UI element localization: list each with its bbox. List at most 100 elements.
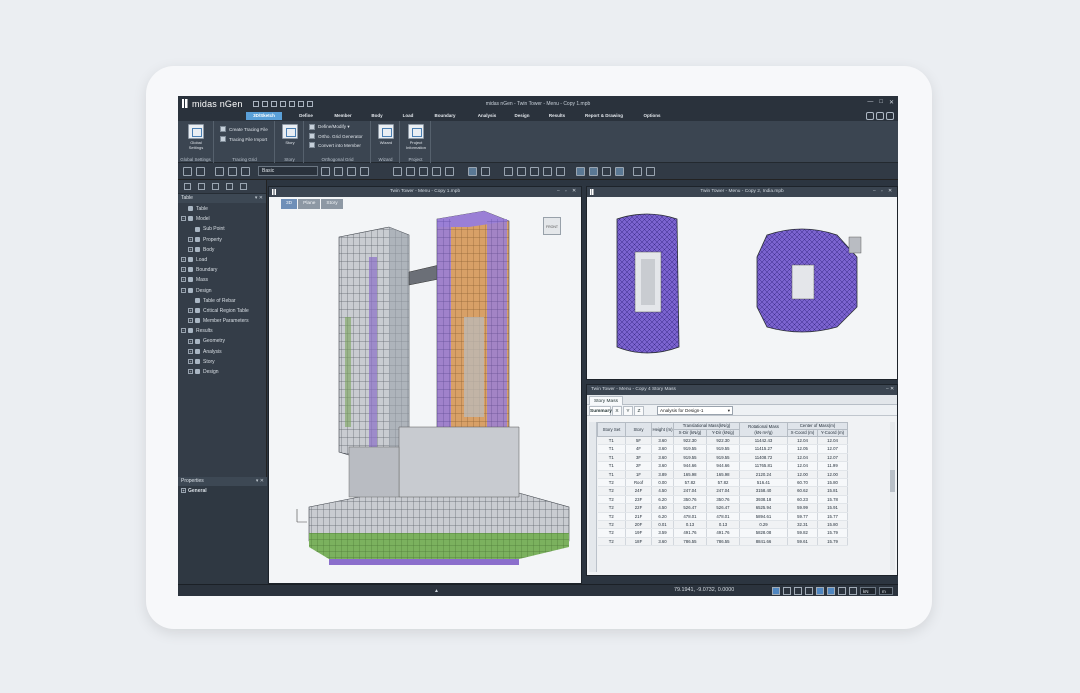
table-row[interactable]: T1 3F 3.60 919.55 919.55 11408.72 12.04 12.07 (597, 453, 848, 463)
snap-line-icon[interactable] (794, 587, 802, 595)
tree-item[interactable]: + Critical Region Table (178, 306, 266, 316)
expand-icon[interactable]: + (181, 257, 186, 263)
snap-grid-icon[interactable] (772, 587, 780, 595)
render-icon[interactable] (602, 167, 611, 176)
tree-item[interactable]: − Model (178, 214, 266, 224)
shade-icon[interactable] (589, 167, 598, 176)
ribbon-tab-report-drawing[interactable]: Report & Drawing (580, 112, 628, 120)
story-button[interactable]: Story (281, 124, 299, 145)
viewport-plan[interactable]: Twin Tower - Menu - Copy 2, India.mpb – … (586, 186, 898, 380)
snap-mid-icon[interactable] (805, 587, 813, 595)
viewport-3d[interactable]: Twin Tower - Menu - Copy 1.mpb – ▫ ✕ 3D … (268, 186, 582, 584)
viewport-plan-controls[interactable]: – ▫ ✕ (873, 187, 894, 197)
table-row[interactable]: T2 24F 4.50 247.04 247.04 3158.40 60.62 15.81 (597, 486, 848, 496)
open-file-icon[interactable] (261, 100, 268, 107)
pan-icon[interactable] (360, 167, 369, 176)
table-icon[interactable] (212, 183, 219, 190)
undo-icon[interactable] (297, 100, 304, 107)
help-icon[interactable] (886, 112, 894, 120)
ribbon-tab-member[interactable]: Member (328, 112, 358, 120)
table-row[interactable]: T2 20F 0.01 0.13 0.13 0.29 32.31 15.80 (597, 520, 848, 530)
measure-icon[interactable] (481, 167, 490, 176)
wizard-button[interactable]: Wizard (377, 124, 395, 145)
tree-item[interactable]: Sub Point (178, 224, 266, 234)
expand-icon[interactable]: + (181, 488, 186, 494)
table-scrollbar[interactable] (890, 422, 895, 570)
expand-icon[interactable]: + (188, 318, 193, 324)
wall-icon[interactable] (432, 167, 441, 176)
layout-icon[interactable] (866, 112, 874, 120)
convert-into-member-button[interactable]: Convert into Member (309, 142, 361, 148)
mode-select[interactable]: Basic (258, 166, 318, 176)
save-icon[interactable] (270, 100, 277, 107)
ribbon-tab-body[interactable]: Body (365, 112, 389, 120)
tab-summary[interactable]: Summary (589, 406, 612, 416)
undo-view-icon[interactable] (556, 167, 565, 176)
expand-icon[interactable]: + (181, 277, 186, 283)
slab-icon[interactable] (445, 167, 454, 176)
properties-pin-icon[interactable]: ▾ ✕ (256, 477, 264, 486)
expand-icon[interactable]: − (181, 287, 186, 293)
tab-z[interactable]: Z (634, 406, 644, 416)
collapse-arrow-icon[interactable]: ▲ (434, 588, 439, 594)
ortho-grid-generator-button[interactable]: Ortho. Grid Generator (309, 133, 363, 139)
ribbon-tab-analysis[interactable]: Analysis (470, 112, 504, 120)
ribbon-tab-design[interactable]: Design (509, 112, 535, 120)
table-row[interactable]: T2 18F 3.60 786.55 786.55 8841.66 59.61 15.79 (597, 537, 848, 547)
wireframe-icon[interactable] (576, 167, 585, 176)
tree-item[interactable]: Table (178, 204, 266, 214)
tree-item[interactable]: + Analysis (178, 347, 266, 357)
length-unit-select[interactable]: m (879, 587, 893, 595)
table-row[interactable]: T1 2F 3.60 944.66 944.66 11765.81 12.04 11.99 (597, 461, 848, 471)
new-file-icon[interactable] (252, 100, 259, 107)
table-row[interactable]: T2 22F 4.50 526.47 526.47 6525.94 59.99 15.91 (597, 503, 848, 513)
unlock-icon[interactable] (196, 167, 205, 176)
table-row[interactable]: T1 5F 3.60 922.30 922.30 11442.43 12.04 12.04 (597, 436, 848, 446)
select-icon[interactable] (241, 167, 250, 176)
node-icon[interactable] (393, 167, 402, 176)
create-tracing-file-button[interactable]: Create Tracing File (220, 126, 268, 132)
minimize-icon[interactable]: — (867, 99, 873, 106)
load-case-dropdown[interactable]: Analysis for Design-1 (657, 406, 733, 415)
tree-item[interactable]: + Geometry (178, 336, 266, 346)
close-icon[interactable]: ✕ (889, 99, 894, 106)
tab-x[interactable]: X (612, 406, 622, 416)
ribbon-tab-results[interactable]: Results (542, 112, 572, 120)
table-row[interactable]: T1 1F 3.89 165.98 165.98 2120.24 12.00 12.00 (597, 470, 848, 480)
tree-item[interactable]: + Boundary (178, 265, 266, 275)
axis-icon[interactable] (468, 167, 477, 176)
group-icon[interactable] (198, 183, 205, 190)
snap-angle-icon[interactable] (838, 587, 846, 595)
global-settings-button[interactable]: Global Settings (184, 124, 208, 150)
screen-icon[interactable] (646, 167, 655, 176)
force-unit-select[interactable]: kN (860, 587, 876, 595)
tree-item[interactable]: + Mass (178, 275, 266, 285)
table-row[interactable]: T2 19F 3.59 491.76 491.76 5828.08 59.82 15.79 (597, 528, 848, 538)
snap-icon[interactable] (334, 167, 343, 176)
tree-item[interactable]: + Design (178, 367, 266, 377)
expand-icon[interactable]: − (181, 216, 186, 222)
zoom-icon[interactable] (347, 167, 356, 176)
ribbon-tab-options[interactable]: Options (638, 112, 666, 120)
save-as-icon[interactable] (279, 100, 286, 107)
expand-icon[interactable]: + (188, 358, 193, 364)
tree-item[interactable]: + Story (178, 357, 266, 367)
tree-item[interactable]: + Member Parameters (178, 316, 266, 326)
lock-icon[interactable] (183, 167, 192, 176)
hide-icon[interactable] (530, 167, 539, 176)
panel-pin-icon[interactable]: ▾ ✕ (255, 194, 263, 203)
label-icon[interactable] (504, 167, 513, 176)
expand-icon[interactable]: + (188, 348, 193, 354)
properties-general[interactable]: + General (178, 486, 267, 496)
redo-icon[interactable] (306, 100, 313, 107)
dropdown-icon[interactable] (321, 167, 330, 176)
window-icon[interactable] (633, 167, 642, 176)
table-panel-controls[interactable]: – ✕ (886, 385, 894, 395)
scrollbar-thumb[interactable] (890, 470, 895, 492)
tree-item[interactable]: + Body (178, 245, 266, 255)
ribbon-tab-boundary[interactable]: Boundary (427, 112, 463, 120)
expand-icon[interactable]: + (188, 369, 193, 375)
column-icon[interactable] (419, 167, 428, 176)
layer-icon[interactable] (226, 183, 233, 190)
tree-item[interactable]: − Results (178, 326, 266, 336)
